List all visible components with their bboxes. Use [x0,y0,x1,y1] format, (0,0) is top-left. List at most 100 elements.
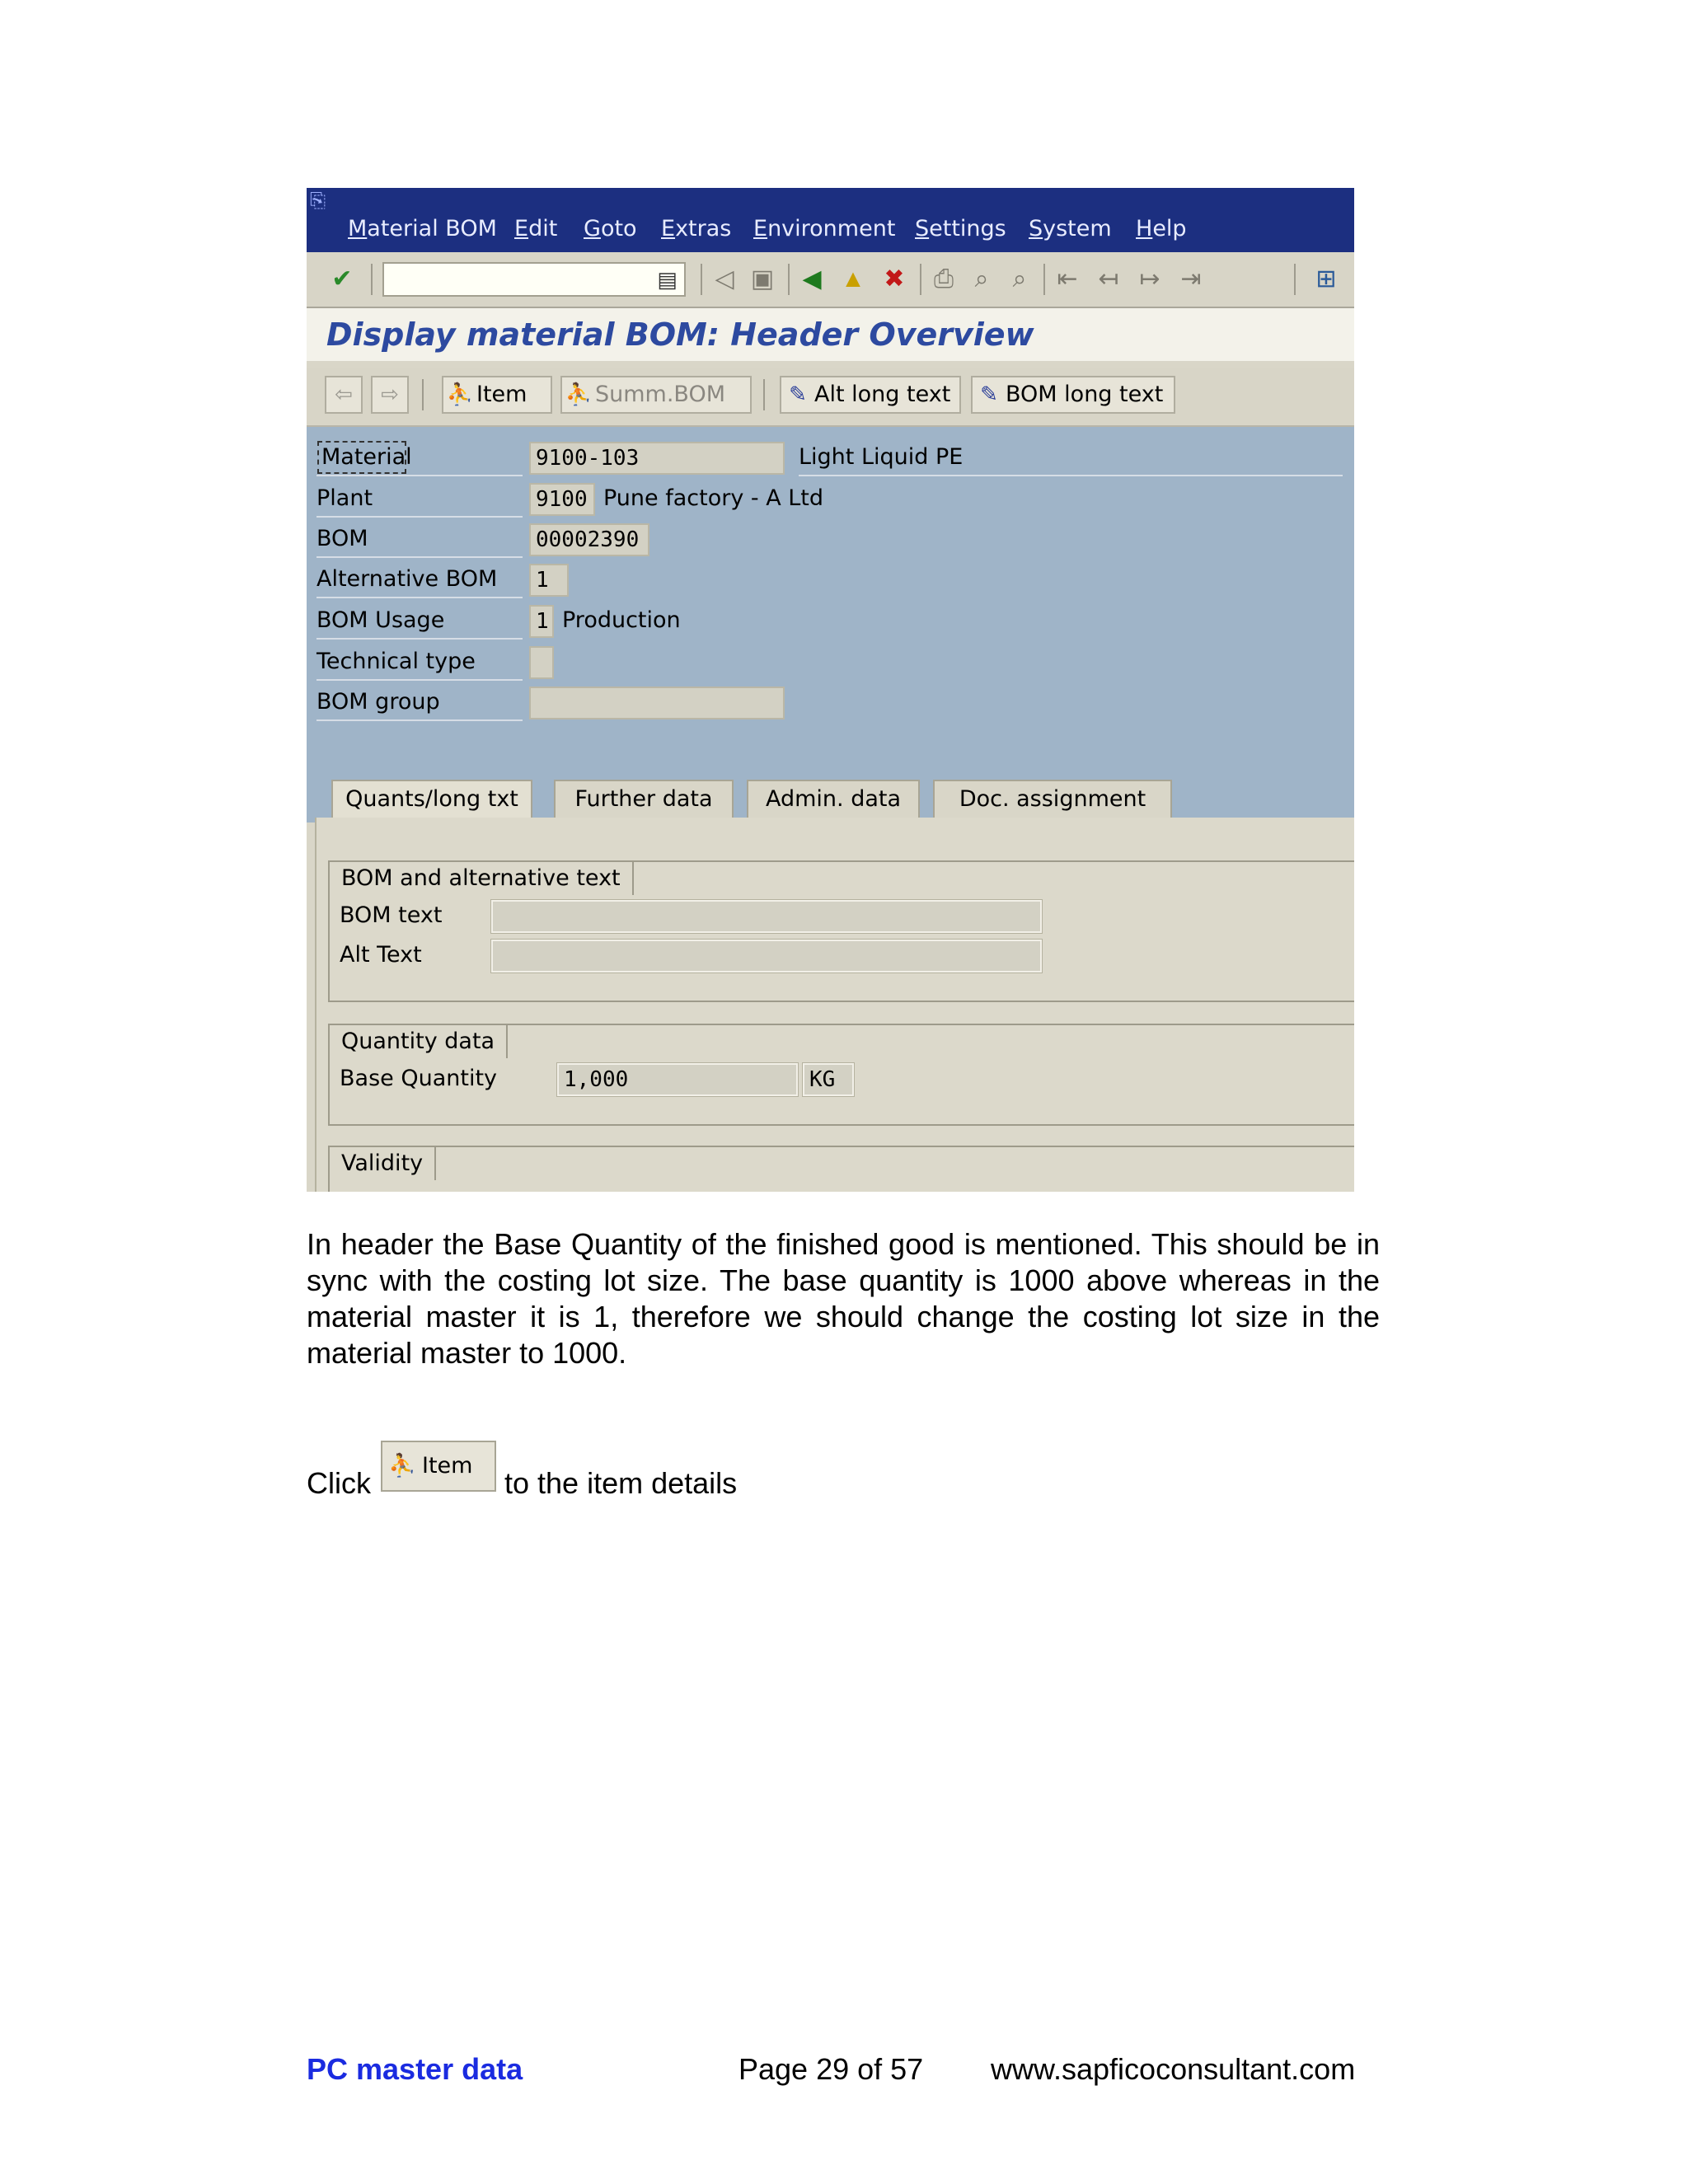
plant-field[interactable]: 9100 [529,483,595,516]
arrow-left-icon: ⇦ [335,382,353,407]
sap-screenshot: ⎘ Material BOM Edit Goto Extras Environm… [307,188,1354,1192]
plant-label: Plant [316,481,523,518]
menu-environment[interactable]: Environment [753,216,895,241]
toolbar-separator [422,379,424,410]
body-paragraph: In header the Base Quantity of the finis… [307,1227,1380,1370]
bom-long-text-label: BOM long text [1006,382,1164,407]
first-page-icon[interactable]: ⇤ [1052,264,1083,295]
person-icon: ⛹ [388,1453,416,1479]
arrow-right-icon: ⇨ [381,382,399,407]
bom-label: BOM [316,522,523,558]
alternative-bom-label: Alternative BOM [316,562,523,598]
previous-header-button[interactable]: ⇦ [325,376,363,414]
footer-section-title: PC master data [307,2052,523,2086]
click-word: Click [307,1466,371,1500]
command-field[interactable]: ▤ [382,262,686,297]
bom-group-label: BOM group [316,685,523,721]
save-icon[interactable]: ▣ [747,264,778,295]
command-history-icon[interactable]: ▤ [657,267,678,293]
toolbar-separator [1043,264,1045,295]
menu-edit[interactable]: Edit [514,216,557,241]
tab-admin-data[interactable]: Admin. data [747,780,920,818]
layout-icon[interactable]: ⊞ [1311,264,1342,295]
group-title-bom-alt-text: BOM and alternative text [330,862,634,895]
bom-header-area: Material 9100-103 Light Liquid PE Plant … [307,427,1354,823]
alt-text-label: Alt Text [340,942,422,968]
alt-long-text-button[interactable]: ✎ Alt long text [780,376,961,414]
toolbar-separator [920,264,921,295]
item-button-illustration-label: Item [422,1453,473,1479]
bom-text-label: BOM text [340,902,443,928]
material-label: Material [316,440,412,475]
enter-icon[interactable]: ✔ [326,264,358,295]
bom-usage-description: Production [562,607,681,633]
footer-website: www.sapficoconsultant.com [991,2052,1356,2086]
standard-toolbar: ✔ ▤ ◁ ▣ ◀ ▲ ✖ ⎙ ⌕ ⌕ ⇤ ↤ ↦ ⇥ ⊞ [307,252,1354,308]
summ-bom-button[interactable]: ⛹ Summ.BOM [560,376,752,414]
menu-system[interactable]: System [1029,216,1112,241]
person-icon: ⛹ [565,382,593,407]
base-quantity-unit-field[interactable]: KG [802,1062,855,1097]
base-quantity-label: Base Quantity [340,1066,498,1091]
toolbar-separator [701,264,702,295]
find-next-icon[interactable]: ⌕ [1004,264,1035,295]
back-icon[interactable]: ◀ [796,264,828,295]
menu-material-bom[interactable]: Material BOM [348,216,497,241]
back-arrow-icon[interactable]: ◁ [709,264,740,295]
group-quantity-data: Quantity data Base Quantity 1,000 KG [328,1024,1354,1126]
menu-bar: ⎘ Material BOM Edit Goto Extras Environm… [307,188,1354,252]
person-icon: ⛹ [446,382,474,407]
menu-extras[interactable]: Extras [661,216,731,241]
print-icon[interactable]: ⎙ [928,264,959,295]
item-button-illustration: ⛹ Item [381,1441,496,1492]
bom-field[interactable]: 00002390 [529,523,649,556]
tab-further-data[interactable]: Further data [554,780,734,818]
alternative-bom-field[interactable]: 1 [529,564,569,597]
group-title-validity: Validity [330,1147,437,1180]
tab-content: BOM and alternative text BOM text Alt Te… [315,818,1354,1192]
material-description: Light Liquid PE [799,440,1343,476]
material-label-row: Material [316,440,523,476]
toolbar-separator [788,264,790,295]
toolbar-separator [1294,264,1296,295]
exit-icon[interactable]: ▲ [837,264,869,295]
bom-usage-field[interactable]: 1 [529,605,554,638]
group-validity: Validity [328,1146,1354,1192]
bom-long-text-button[interactable]: ✎ BOM long text [971,376,1175,414]
menu-system-icon[interactable]: ⎘ [310,190,336,212]
material-field[interactable]: 9100-103 [529,442,785,475]
click-instruction-rest: to the item details [504,1466,738,1500]
tab-quants-long-txt[interactable]: Quants/long txt [331,780,532,818]
menu-settings[interactable]: Settings [915,216,1006,241]
item-button[interactable]: ⛹ Item [442,376,552,414]
next-page-icon[interactable]: ↦ [1134,264,1165,295]
item-button-label: Item [476,382,528,407]
bom-text-field[interactable] [490,899,1043,934]
cancel-icon[interactable]: ✖ [879,264,910,295]
alt-text-field[interactable] [490,939,1043,973]
base-quantity-field[interactable]: 1,000 [556,1062,799,1097]
bom-group-field[interactable] [529,687,785,719]
toolbar-separator [763,379,765,410]
toolbar-separator [371,264,373,295]
footer-page-number: Page 29 of 57 [738,2052,924,2086]
group-bom-alt-text: BOM and alternative text BOM text Alt Te… [328,860,1354,1002]
technical-type-field[interactable] [529,646,554,679]
edit-text-icon: ✎ [980,382,998,407]
application-toolbar: ⇦ ⇨ ⛹ Item ⛹ Summ.BOM ✎ Alt long text ✎ BOM … [307,368,1354,427]
next-header-button[interactable]: ⇨ [371,376,409,414]
menu-goto[interactable]: Goto [584,216,637,241]
bom-usage-label: BOM Usage [316,603,523,640]
menu-help[interactable]: Help [1136,216,1187,241]
group-title-quantity-data: Quantity data [330,1025,509,1058]
title-bar: Display material BOM: Header Overview [307,308,1354,361]
technical-type-label: Technical type [316,644,523,681]
last-page-icon[interactable]: ⇥ [1175,264,1207,295]
click-instruction: Click ⛹ Item to the item details [307,1441,1131,1523]
alt-long-text-label: Alt long text [814,382,951,407]
plant-description: Pune factory - A Ltd [603,485,824,511]
tab-doc-assignment[interactable]: Doc. assignment [933,780,1172,818]
prev-page-icon[interactable]: ↤ [1093,264,1124,295]
edit-text-icon: ✎ [789,382,807,407]
find-icon[interactable]: ⌕ [966,264,997,295]
